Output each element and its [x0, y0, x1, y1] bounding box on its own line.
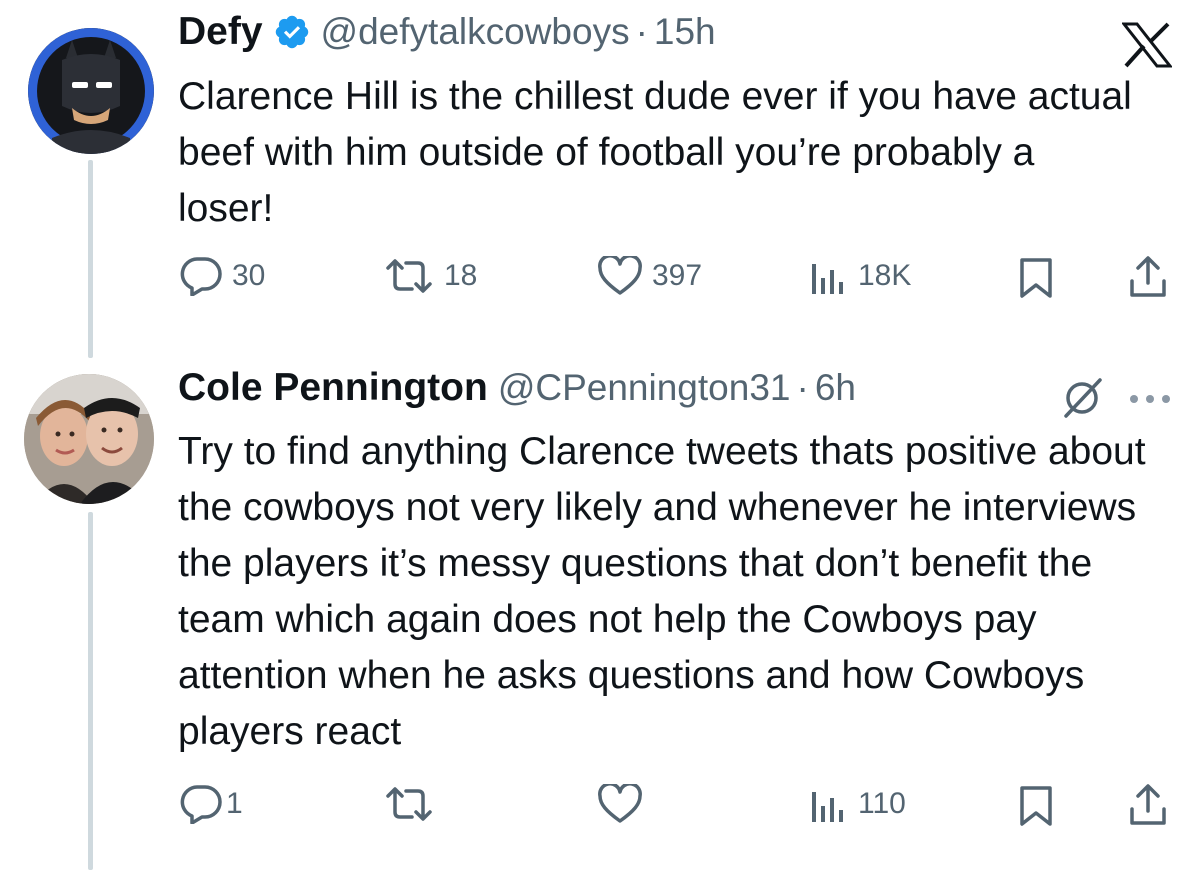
- separator-dot: ·: [635, 11, 648, 52]
- share-button[interactable]: [1128, 255, 1168, 299]
- profile-photo-image: [24, 374, 154, 504]
- reply-count: 30: [232, 259, 266, 292]
- like-button[interactable]: 397: [598, 256, 702, 296]
- thread-line-bottom: [88, 512, 93, 870]
- reply-icon: [180, 257, 222, 296]
- heart-icon: [598, 256, 642, 295]
- retweet-count: 18: [444, 259, 478, 292]
- like-count: 397: [652, 259, 703, 292]
- timestamp[interactable]: 15h: [654, 11, 716, 53]
- bookmark-icon: [1020, 786, 1052, 826]
- retweet-button[interactable]: 18: [384, 256, 477, 296]
- display-name[interactable]: Cole Pennington: [178, 366, 488, 410]
- handle[interactable]: @CPennington31: [498, 367, 791, 409]
- batman-avatar-image: [28, 28, 154, 154]
- reply-button[interactable]: 1: [180, 784, 243, 824]
- views-icon: [812, 792, 843, 822]
- share-icon: [1130, 256, 1166, 297]
- retweet-icon: [386, 259, 432, 293]
- tweet-header: Cole Pennington @CPennington31 · 6h: [178, 366, 856, 410]
- bookmark-button[interactable]: [1018, 785, 1054, 827]
- handle[interactable]: @defytalkcowboys: [321, 11, 630, 53]
- like-button[interactable]: [598, 784, 642, 824]
- retweet-button[interactable]: [384, 784, 434, 824]
- avatar[interactable]: [28, 28, 154, 154]
- reply-count: 1: [226, 787, 243, 820]
- reply-button[interactable]: 30: [180, 256, 265, 296]
- heart-icon: [598, 784, 642, 823]
- timestamp[interactable]: 6h: [815, 367, 856, 409]
- avatar[interactable]: [24, 374, 154, 504]
- views-button[interactable]: 18K: [808, 256, 911, 296]
- views-count: 18K: [858, 259, 912, 292]
- views-button[interactable]: 110: [808, 784, 906, 824]
- views-count: 110: [858, 787, 906, 820]
- tweet-text: Clarence Hill is the chillest dude ever …: [178, 75, 1132, 230]
- views-icon: [812, 264, 843, 294]
- share-icon: [1130, 784, 1166, 825]
- bookmark-icon: [1020, 258, 1052, 298]
- thread-line-top: [88, 160, 93, 358]
- bookmark-button[interactable]: [1018, 257, 1054, 299]
- x-logo-icon[interactable]: [1120, 22, 1174, 73]
- share-button[interactable]: [1128, 783, 1168, 827]
- separator-dot: ·: [796, 367, 809, 408]
- tweet-header: Defy @defytalkcowboys · 15h: [178, 10, 716, 54]
- reply-icon: [180, 785, 222, 824]
- display-name[interactable]: Defy: [178, 10, 263, 54]
- grok-icon[interactable]: [1060, 376, 1104, 425]
- verified-badge-icon: [273, 13, 311, 51]
- more-icon[interactable]: [1128, 392, 1172, 410]
- tweet-text: Try to find anything Clarence tweets tha…: [178, 430, 1146, 753]
- retweet-icon: [386, 787, 432, 821]
